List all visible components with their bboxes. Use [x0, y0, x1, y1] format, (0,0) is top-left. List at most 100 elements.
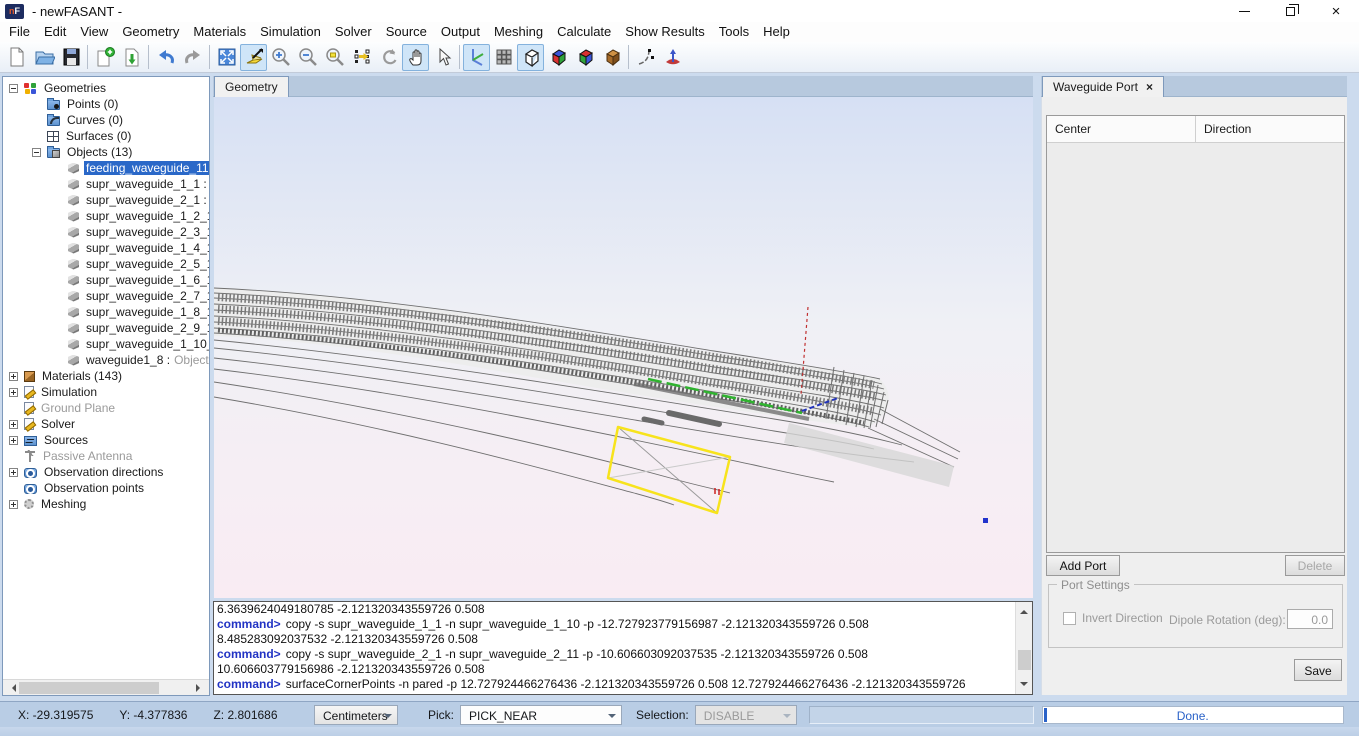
pick-mode-dropdown[interactable]: PICK_NEAR [460, 705, 622, 725]
wireframe-view-button[interactable] [517, 44, 544, 71]
select-button[interactable] [429, 44, 456, 71]
tree-item-observation-directions[interactable]: Observation directions [3, 464, 209, 480]
menu-simulation[interactable]: Simulation [253, 22, 328, 42]
menu-view[interactable]: View [73, 22, 115, 42]
menu-output[interactable]: Output [434, 22, 487, 42]
expand-toggle[interactable] [9, 372, 18, 381]
tree-item-feeding-waveguide[interactable]: feeding_waveguide_11 : [3, 160, 209, 176]
save-button[interactable] [57, 44, 84, 71]
dipole-rotation-input[interactable]: 0.0 [1287, 609, 1333, 629]
tree-item-sources[interactable]: Sources [3, 432, 209, 448]
tree-item-curves[interactable]: Curves (0) [3, 112, 209, 128]
collapse-toggle[interactable] [9, 84, 18, 93]
open-button[interactable] [30, 44, 57, 71]
axes-toggle-button[interactable] [463, 44, 490, 71]
expand-toggle[interactable] [9, 436, 18, 445]
tree-item-supr-waveguide-1-10-1[interactable]: supr_waveguide_1_10_1 [3, 336, 209, 352]
add-geometry-button[interactable] [91, 44, 118, 71]
new-file-button[interactable] [3, 44, 30, 71]
tree-item-surfaces[interactable]: Surfaces (0) [3, 128, 209, 144]
menu-materials[interactable]: Materials [186, 22, 253, 42]
menu-help[interactable]: Help [756, 22, 797, 42]
grid-toggle-button[interactable] [490, 44, 517, 71]
menu-show-results[interactable]: Show Results [618, 22, 711, 42]
tree-item-objects[interactable]: Objects (13) [3, 144, 209, 160]
scrollbar-thumb[interactable] [1018, 650, 1031, 670]
undo-button[interactable] [152, 44, 179, 71]
close-tab-icon[interactable]: × [1146, 80, 1153, 94]
curve-tools-button[interactable] [632, 44, 659, 71]
menu-tools[interactable]: Tools [712, 22, 756, 42]
menu-geometry[interactable]: Geometry [115, 22, 186, 42]
selected-feeding-waveguide[interactable] [608, 427, 730, 513]
tree-item-geometries[interactable]: Geometries [3, 80, 209, 96]
scroll-up-icon[interactable] [1020, 606, 1028, 614]
tree-item-supr-waveguide-1-2-1[interactable]: supr_waveguide_1_2_1 : [3, 208, 209, 224]
expand-toggle[interactable] [9, 420, 18, 429]
selection-mode-dropdown[interactable]: DISABLE [695, 705, 797, 725]
scroll-down-icon[interactable] [1020, 682, 1028, 690]
restore-button[interactable] [1267, 0, 1313, 22]
menu-solver[interactable]: Solver [328, 22, 379, 42]
solid-view-button[interactable] [544, 44, 571, 71]
tree-item-passive-antenna[interactable]: Passive Antenna [3, 448, 209, 464]
object-cube-icon [68, 243, 79, 254]
command-console[interactable]: 6.3639624049180785 -2.121320343559726 0.… [213, 601, 1033, 695]
tree-item-observation-points[interactable]: Observation points [3, 480, 209, 496]
tree-item-supr-waveguide-2-7-1[interactable]: supr_waveguide_2_7_1 : [3, 288, 209, 304]
pan-hand-icon [405, 46, 427, 68]
minimize-button[interactable] [1221, 0, 1267, 22]
menu-meshing[interactable]: Meshing [487, 22, 550, 42]
redo-button[interactable] [179, 44, 206, 71]
tree-horizontal-scrollbar[interactable] [3, 679, 209, 695]
textured-view-button[interactable] [598, 44, 625, 71]
tab-waveguide-port[interactable]: Waveguide Port × [1042, 76, 1164, 97]
expand-toggle[interactable] [9, 500, 18, 509]
pan-button[interactable] [402, 44, 429, 71]
scroll-left-icon[interactable] [8, 684, 16, 692]
dynamic-view-button[interactable] [348, 44, 375, 71]
tree-item-supr-waveguide-2-9-1[interactable]: supr_waveguide_2_9_1 : [3, 320, 209, 336]
save-button[interactable]: Save [1294, 659, 1342, 681]
tree-item-supr-waveguide-2-3-1[interactable]: supr_waveguide_2_3_1 : [3, 224, 209, 240]
tree-item-simulation[interactable]: Simulation [3, 384, 209, 400]
zoom-window-button[interactable] [321, 44, 348, 71]
collapse-toggle[interactable] [32, 148, 41, 157]
perspective-view-button[interactable] [240, 44, 267, 71]
add-port-button[interactable]: Add Port [1046, 555, 1120, 576]
expand-toggle[interactable] [9, 468, 18, 477]
delete-port-button[interactable]: Delete [1285, 555, 1345, 576]
tree-item-waveguide1-8[interactable]: waveguide1_8 :Object [3, 352, 209, 368]
console-vertical-scrollbar[interactable] [1015, 602, 1032, 694]
tree-item-supr-waveguide-1-4-1[interactable]: supr_waveguide_1_4_1 : [3, 240, 209, 256]
scrollbar-thumb[interactable] [19, 682, 159, 694]
scroll-right-icon[interactable] [196, 684, 204, 692]
menu-calculate[interactable]: Calculate [550, 22, 618, 42]
expand-toggle[interactable] [9, 388, 18, 397]
zoom-in-button[interactable] [267, 44, 294, 71]
tree-item-supr-waveguide-2-1[interactable]: supr_waveguide_2_1 :O [3, 192, 209, 208]
invert-direction-checkbox[interactable] [1063, 612, 1076, 625]
menu-source[interactable]: Source [379, 22, 434, 42]
tree-item-supr-waveguide-1-1[interactable]: supr_waveguide_1_1 :O [3, 176, 209, 192]
close-button[interactable]: × [1313, 0, 1359, 22]
import-button[interactable] [118, 44, 145, 71]
tree-item-supr-waveguide-1-6-1[interactable]: supr_waveguide_1_6_1 : [3, 272, 209, 288]
rotate-view-button[interactable] [375, 44, 402, 71]
menu-edit[interactable]: Edit [37, 22, 73, 42]
tree-item-supr-waveguide-1-8-1[interactable]: supr_waveguide_1_8_1 : [3, 304, 209, 320]
tab-geometry[interactable]: Geometry [214, 76, 289, 97]
tree-item-meshing[interactable]: Meshing [3, 496, 209, 512]
tree-item-ground-plane[interactable]: Ground Plane [3, 400, 209, 416]
tree-item-solver[interactable]: Solver [3, 416, 209, 432]
tree-item-points[interactable]: Points (0) [3, 96, 209, 112]
solid-edges-view-button[interactable] [571, 44, 598, 71]
tree-item-supr-waveguide-2-5-1[interactable]: supr_waveguide_2_5_1 : [3, 256, 209, 272]
fit-view-button[interactable] [213, 44, 240, 71]
tree-item-materials[interactable]: Materials (143) [3, 368, 209, 384]
menu-file[interactable]: File [2, 22, 37, 42]
antenna-source-button[interactable] [659, 44, 686, 71]
units-dropdown[interactable]: Centimeters [314, 705, 398, 725]
zoom-out-button[interactable] [294, 44, 321, 71]
3d-viewport[interactable] [214, 97, 1033, 598]
